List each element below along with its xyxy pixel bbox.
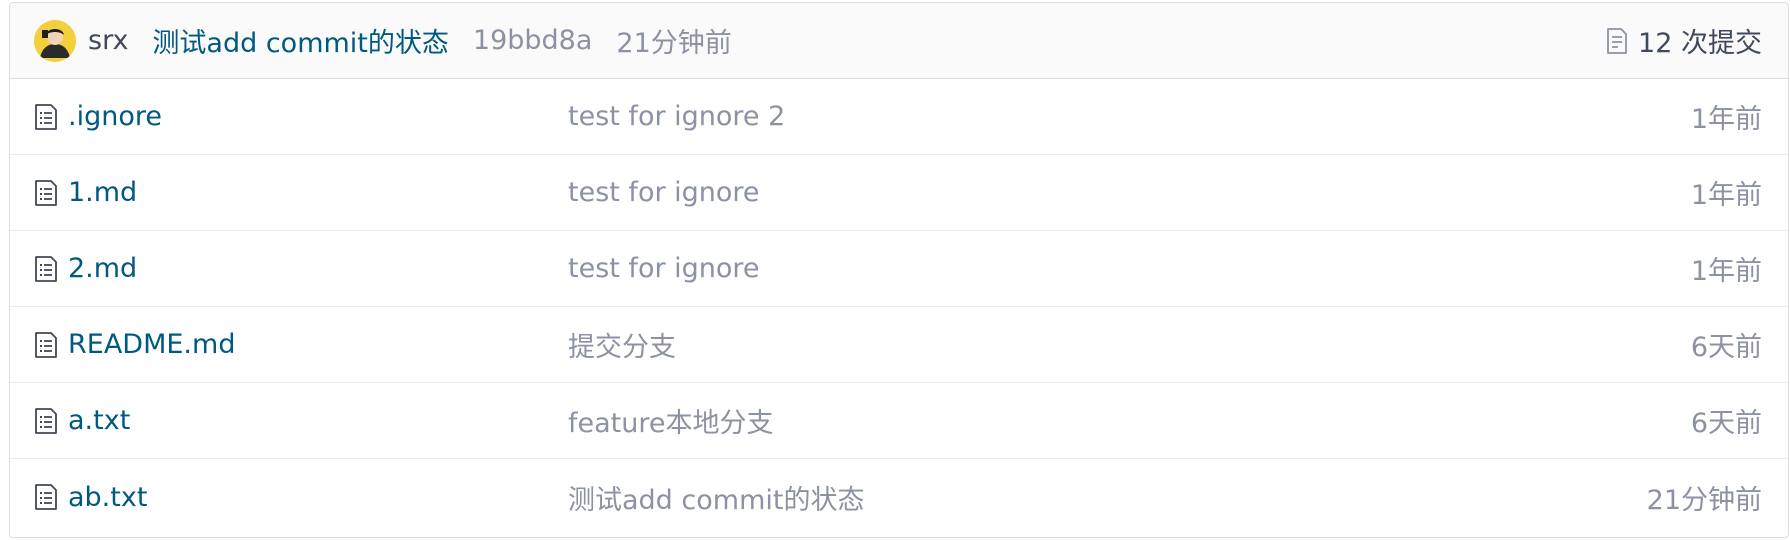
file-commit-message[interactable]: feature本地分支: [568, 401, 1622, 440]
file-name-link[interactable]: a.txt: [68, 405, 568, 436]
file-commit-time: 6天前: [1690, 408, 1762, 439]
file-list-panel: srx 测试add commit的状态 19bbd8a 21分钟前 12 次提交: [9, 2, 1789, 538]
file-icon: [34, 483, 58, 511]
commits-count-label: 12 次提交: [1638, 28, 1762, 59]
file-row[interactable]: ab.txt 测试add commit的状态 21分钟前: [10, 459, 1788, 535]
latest-commit-message[interactable]: 测试add commit的状态: [152, 21, 448, 60]
file-icon: [34, 331, 58, 359]
file-commit-time: 21分钟前: [1646, 484, 1762, 516]
file-name-link[interactable]: 1.md: [68, 177, 568, 208]
file-row[interactable]: README.md 提交分支 6天前: [10, 307, 1788, 383]
commits-count-link[interactable]: 12 次提交: [1606, 21, 1762, 60]
file-commit-message[interactable]: 测试add commit的状态: [568, 478, 1622, 517]
file-row[interactable]: 1.md test for ignore 1年前: [10, 155, 1788, 231]
file-commit-message[interactable]: test for ignore: [568, 177, 1622, 208]
commit-list-icon: [1606, 27, 1628, 55]
file-icon: [34, 179, 58, 207]
file-name-link[interactable]: ab.txt: [68, 482, 568, 513]
file-commit-time: 6天前: [1690, 332, 1762, 363]
file-icon: [34, 407, 58, 435]
file-commit-time: 1年前: [1690, 104, 1762, 135]
commit-author[interactable]: srx: [88, 25, 128, 56]
avatar[interactable]: [34, 19, 76, 62]
file-commit-message[interactable]: 提交分支: [568, 325, 1622, 364]
file-table: .ignore test for ignore 2 1年前 1.md test …: [10, 79, 1788, 535]
file-icon: [34, 103, 58, 131]
file-commit-time: 1年前: [1690, 256, 1762, 287]
file-commit-time: 1年前: [1690, 180, 1762, 211]
file-name-link[interactable]: 2.md: [68, 253, 568, 284]
file-name-link[interactable]: README.md: [68, 329, 568, 360]
file-commit-message[interactable]: test for ignore 2: [568, 101, 1622, 132]
file-name-link[interactable]: .ignore: [68, 101, 568, 132]
file-icon: [34, 255, 58, 283]
commit-sha[interactable]: 19bbd8a: [473, 25, 593, 56]
file-row[interactable]: 2.md test for ignore 1年前: [10, 231, 1788, 307]
latest-commit-bar: srx 测试add commit的状态 19bbd8a 21分钟前 12 次提交: [10, 3, 1788, 79]
commit-time: 21分钟前: [616, 28, 732, 59]
file-row[interactable]: a.txt feature本地分支 6天前: [10, 383, 1788, 459]
file-row[interactable]: .ignore test for ignore 2 1年前: [10, 79, 1788, 155]
file-commit-message[interactable]: test for ignore: [568, 253, 1622, 284]
